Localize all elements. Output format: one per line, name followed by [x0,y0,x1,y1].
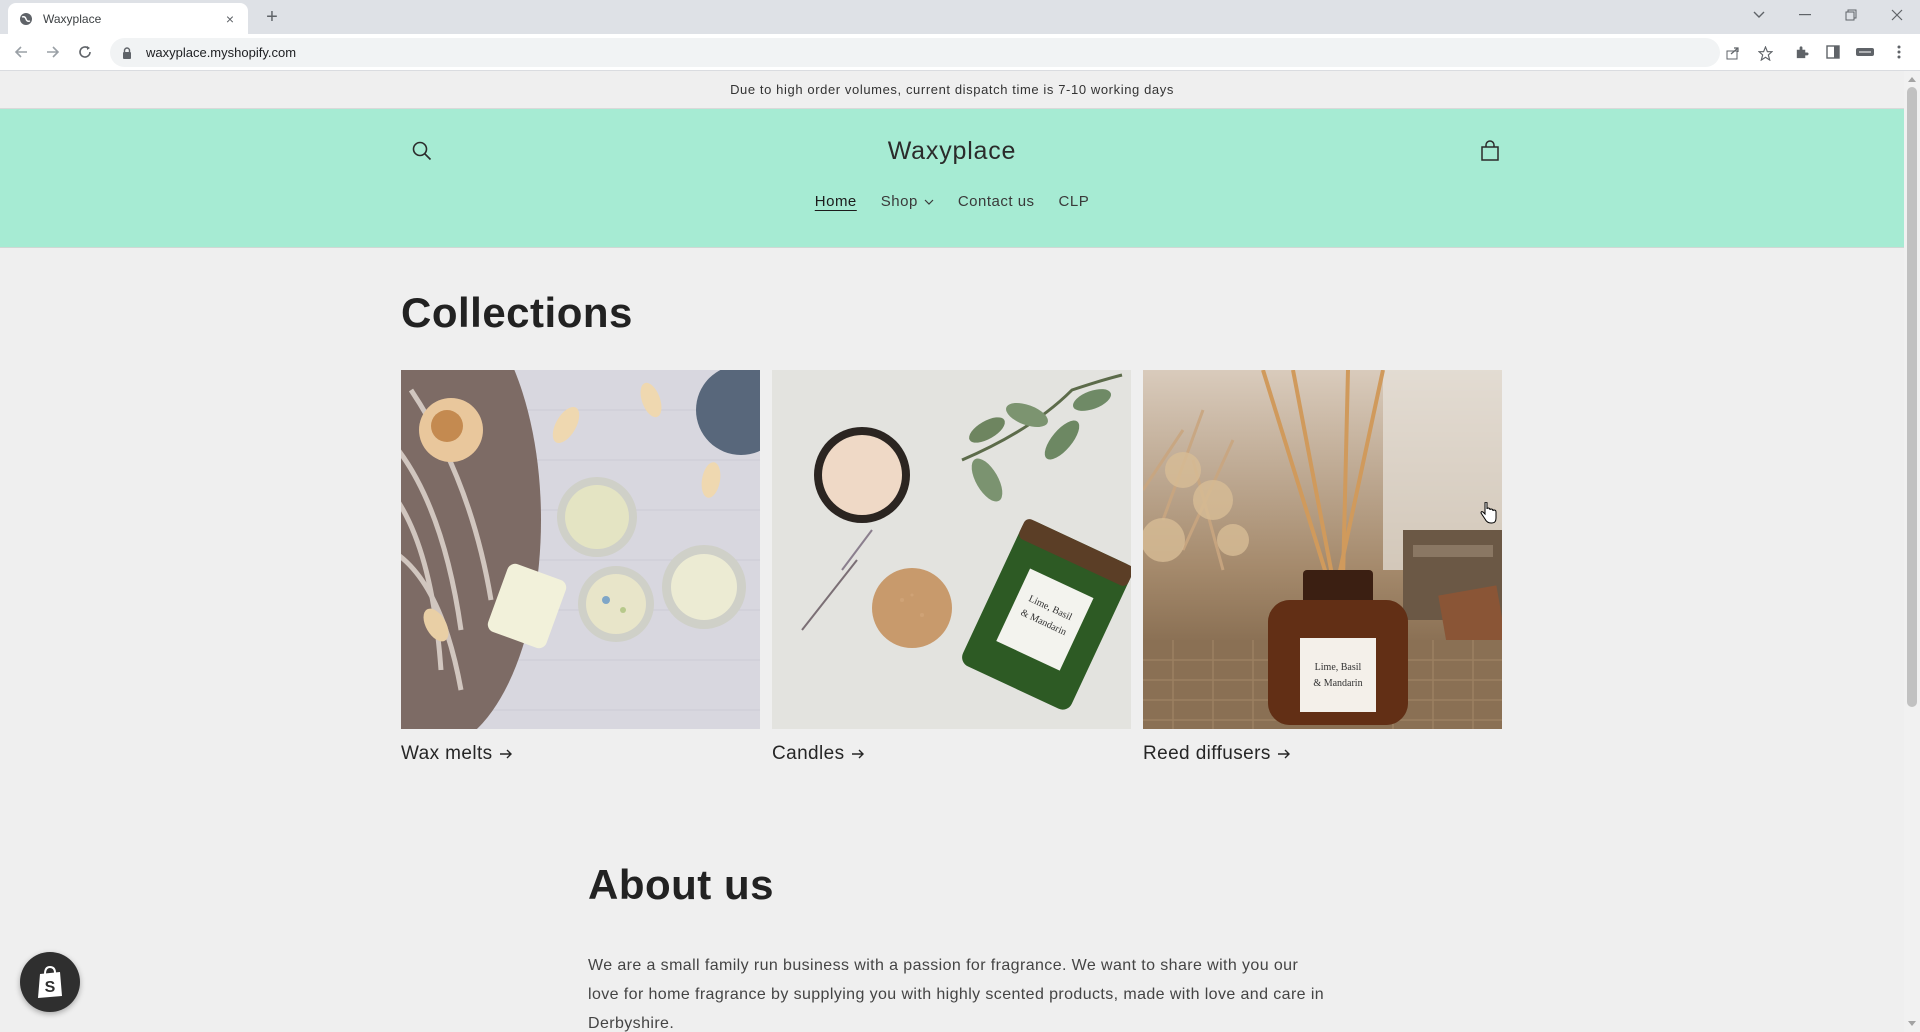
candles-label: Candles [772,743,845,764]
browser-tab-strip: Waxyplace × + [0,0,1920,34]
svg-text:S: S [45,979,56,996]
wax-melts-label: Wax melts [401,743,493,764]
about-text: We are a small family run business with … [588,957,1325,1032]
site-logo[interactable]: Waxyplace [0,137,1904,166]
forward-icon[interactable] [42,41,64,63]
svg-text:& Mandarin: & Mandarin [1313,678,1362,689]
candles-link[interactable]: Candles [772,743,1131,765]
minimize-icon[interactable] [1782,0,1828,30]
announcement-bar: Due to high order volumes, current dispa… [0,71,1904,109]
tab-close-icon[interactable]: × [222,11,238,27]
main-navigation: Home Shop Contact us CLP [0,193,1904,210]
site-header: Waxyplace Home Shop Contact us CLP [0,109,1904,248]
globe-icon [18,11,33,26]
collection-card-candles[interactable]: Lime, Basil & Mandarin Candles [772,370,1131,765]
extensions-icon[interactable] [1792,43,1810,61]
profile-icon[interactable] [1856,43,1874,61]
close-window-icon[interactable] [1874,0,1920,30]
menu-kebab-icon[interactable] [1890,43,1908,61]
browser-tab[interactable]: Waxyplace × [8,3,248,34]
svg-text:Lime, Basil: Lime, Basil [1315,662,1362,673]
nav-contact[interactable]: Contact us [958,193,1035,210]
collections-heading: Collections [401,289,633,336]
tab-title: Waxyplace [43,11,102,26]
reed-diffusers-label: Reed diffusers [1143,743,1271,764]
wax-melts-link[interactable]: Wax melts [401,743,760,765]
collection-card-wax-melts[interactable]: Wax melts [401,370,760,765]
cart-icon[interactable] [1476,137,1504,165]
reed-diffusers-link[interactable]: Reed diffusers [1143,743,1502,765]
page-viewport: Due to high order volumes, current dispa… [0,71,1904,1032]
bookmark-star-icon[interactable] [1756,44,1774,62]
nav-home[interactable]: Home [815,193,857,210]
browser-toolbar: waxyplace.myshopify.com [0,34,1920,71]
nav-shop[interactable]: Shop [881,193,934,210]
arrow-right-icon [851,749,865,759]
page-scrollbar[interactable] [1904,71,1920,1032]
arrow-right-icon [499,749,513,759]
lock-icon[interactable] [122,46,136,60]
address-bar[interactable]: waxyplace.myshopify.com [110,38,1773,67]
nav-shop-label: Shop [880,193,918,210]
arrow-right-icon [1277,749,1291,759]
scroll-down-icon[interactable] [1908,1021,1916,1026]
reload-icon[interactable] [74,41,96,63]
scrollbar-thumb[interactable] [1907,87,1917,707]
new-tab-button[interactable]: + [260,6,284,28]
nav-clp[interactable]: CLP [1059,193,1090,210]
share-icon[interactable] [1724,44,1742,62]
reed-diffusers-image[interactable]: Lime, Basil & Mandarin [1143,370,1502,729]
collection-card-reed-diffusers[interactable]: Lime, Basil & Mandarin Reed diffusers [1143,370,1502,765]
chevron-down-icon [924,199,934,205]
scroll-up-icon[interactable] [1908,77,1916,82]
shopify-bag-icon[interactable]: S [20,952,80,1012]
hand-cursor-icon [1479,501,1497,524]
wax-melts-image[interactable] [401,370,760,729]
url-text: waxyplace.myshopify.com [146,45,297,60]
restore-icon[interactable] [1828,0,1874,30]
back-icon[interactable] [10,41,32,63]
tab-search-icon[interactable] [1736,0,1782,30]
candles-image[interactable]: Lime, Basil & Mandarin [772,370,1131,729]
side-panel-icon[interactable] [1824,43,1842,61]
about-heading: About us [588,861,774,908]
